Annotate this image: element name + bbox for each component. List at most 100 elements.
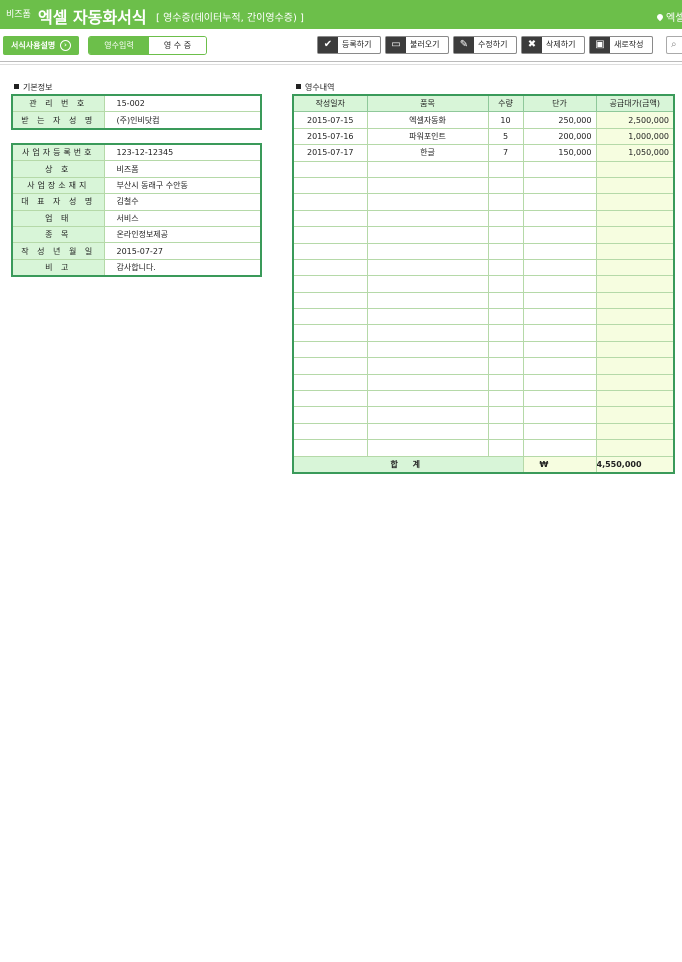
date-cell[interactable] — [292, 291, 368, 310]
date-cell[interactable] — [292, 226, 368, 244]
item-cell[interactable]: 파워포인트 — [366, 127, 489, 146]
price-cell[interactable] — [522, 422, 597, 441]
price-cell[interactable] — [522, 357, 597, 375]
item-cell[interactable] — [366, 308, 489, 326]
qty-cell[interactable] — [487, 242, 524, 260]
amount-cell[interactable]: 2,500,000 — [595, 111, 675, 129]
price-cell[interactable] — [522, 308, 597, 326]
date-cell[interactable] — [292, 275, 368, 293]
item-cell[interactable] — [366, 422, 489, 441]
price-cell[interactable] — [522, 390, 597, 408]
price-cell[interactable] — [522, 160, 597, 178]
qty-cell[interactable] — [487, 439, 524, 457]
usage-guide-button[interactable]: 서식사용설명 › — [3, 36, 79, 55]
date-cell[interactable] — [292, 406, 368, 424]
item-cell[interactable] — [366, 324, 489, 342]
qty-cell[interactable] — [487, 422, 524, 441]
date-cell[interactable] — [292, 160, 368, 178]
item-cell[interactable] — [366, 390, 489, 408]
item-cell[interactable]: 한글 — [366, 144, 489, 162]
price-cell[interactable] — [522, 226, 597, 244]
info-value-cell[interactable]: 서비스 — [103, 209, 262, 227]
price-cell[interactable] — [522, 406, 597, 424]
qty-cell[interactable] — [487, 160, 524, 178]
amount-cell[interactable] — [595, 160, 675, 178]
price-cell[interactable] — [522, 258, 597, 277]
qty-cell[interactable] — [487, 373, 524, 392]
date-cell[interactable] — [292, 308, 368, 326]
new-form-button[interactable]: ▣ 새로작성 — [589, 36, 653, 54]
tab-receipt-input[interactable]: 영수입력 — [89, 37, 149, 54]
date-cell[interactable] — [292, 324, 368, 342]
item-cell[interactable] — [366, 291, 489, 310]
date-cell[interactable] — [292, 193, 368, 211]
date-cell[interactable]: 2015-07-17 — [292, 144, 368, 162]
date-cell[interactable] — [292, 340, 368, 359]
price-cell[interactable] — [522, 275, 597, 293]
qty-cell[interactable] — [487, 193, 524, 211]
price-cell[interactable] — [522, 373, 597, 392]
price-cell[interactable] — [522, 340, 597, 359]
price-cell[interactable]: 150,000 — [522, 144, 597, 162]
info-value-cell[interactable]: 김철수 — [103, 193, 262, 211]
item-cell[interactable] — [366, 242, 489, 260]
price-cell[interactable]: 250,000 — [522, 111, 597, 129]
item-cell[interactable] — [366, 193, 489, 211]
item-cell[interactable]: 엑셀자동화 — [366, 111, 489, 129]
qty-cell[interactable]: 7 — [487, 144, 524, 162]
item-cell[interactable] — [366, 373, 489, 392]
date-cell[interactable] — [292, 242, 368, 260]
amount-cell[interactable] — [595, 291, 675, 310]
qty-cell[interactable] — [487, 324, 524, 342]
load-button[interactable]: ▭ 불러오기 — [385, 36, 449, 54]
location-link[interactable]: 엑셀 — [655, 9, 682, 24]
info-value-cell[interactable]: (주)인비닷컴 — [103, 111, 262, 130]
qty-cell[interactable] — [487, 258, 524, 277]
info-value-cell[interactable]: 온라인정보제공 — [103, 225, 262, 244]
price-cell[interactable] — [522, 193, 597, 211]
price-cell[interactable] — [522, 439, 597, 457]
date-cell[interactable] — [292, 390, 368, 408]
qty-cell[interactable]: 5 — [487, 127, 524, 146]
amount-cell[interactable] — [595, 439, 675, 457]
item-cell[interactable] — [366, 176, 489, 195]
amount-cell[interactable] — [595, 340, 675, 359]
amount-cell[interactable] — [595, 373, 675, 392]
price-cell[interactable] — [522, 291, 597, 310]
price-cell[interactable]: 200,000 — [522, 127, 597, 146]
price-cell[interactable] — [522, 242, 597, 260]
price-cell[interactable] — [522, 176, 597, 195]
edit-button[interactable]: ✎ 수정하기 — [453, 36, 517, 54]
info-value-cell[interactable]: 2015-07-27 — [103, 242, 262, 260]
amount-cell[interactable] — [595, 258, 675, 277]
amount-cell[interactable] — [595, 226, 675, 244]
item-cell[interactable] — [366, 160, 489, 178]
tab-receipt[interactable]: 영 수 증 — [149, 37, 206, 54]
item-cell[interactable] — [366, 226, 489, 244]
info-value-cell[interactable]: 부산시 동래구 수안동 — [103, 176, 262, 195]
amount-cell[interactable]: 1,050,000 — [595, 144, 675, 162]
amount-cell[interactable] — [595, 193, 675, 211]
amount-cell[interactable] — [595, 308, 675, 326]
date-cell[interactable] — [292, 209, 368, 228]
item-cell[interactable] — [366, 406, 489, 424]
date-cell[interactable] — [292, 373, 368, 392]
date-cell[interactable]: 2015-07-15 — [292, 111, 368, 129]
qty-cell[interactable] — [487, 357, 524, 375]
search-button[interactable]: ⌕ — [666, 36, 682, 54]
date-cell[interactable] — [292, 439, 368, 457]
amount-cell[interactable]: 1,000,000 — [595, 127, 675, 146]
qty-cell[interactable] — [487, 209, 524, 228]
date-cell[interactable] — [292, 422, 368, 441]
amount-cell[interactable] — [595, 176, 675, 195]
date-cell[interactable] — [292, 258, 368, 277]
qty-cell[interactable] — [487, 291, 524, 310]
amount-cell[interactable] — [595, 357, 675, 375]
price-cell[interactable] — [522, 324, 597, 342]
amount-cell[interactable] — [595, 275, 675, 293]
qty-cell[interactable] — [487, 308, 524, 326]
amount-cell[interactable] — [595, 209, 675, 228]
item-cell[interactable] — [366, 340, 489, 359]
delete-button[interactable]: ✖ 삭제하기 — [521, 36, 585, 54]
date-cell[interactable]: 2015-07-16 — [292, 127, 368, 146]
